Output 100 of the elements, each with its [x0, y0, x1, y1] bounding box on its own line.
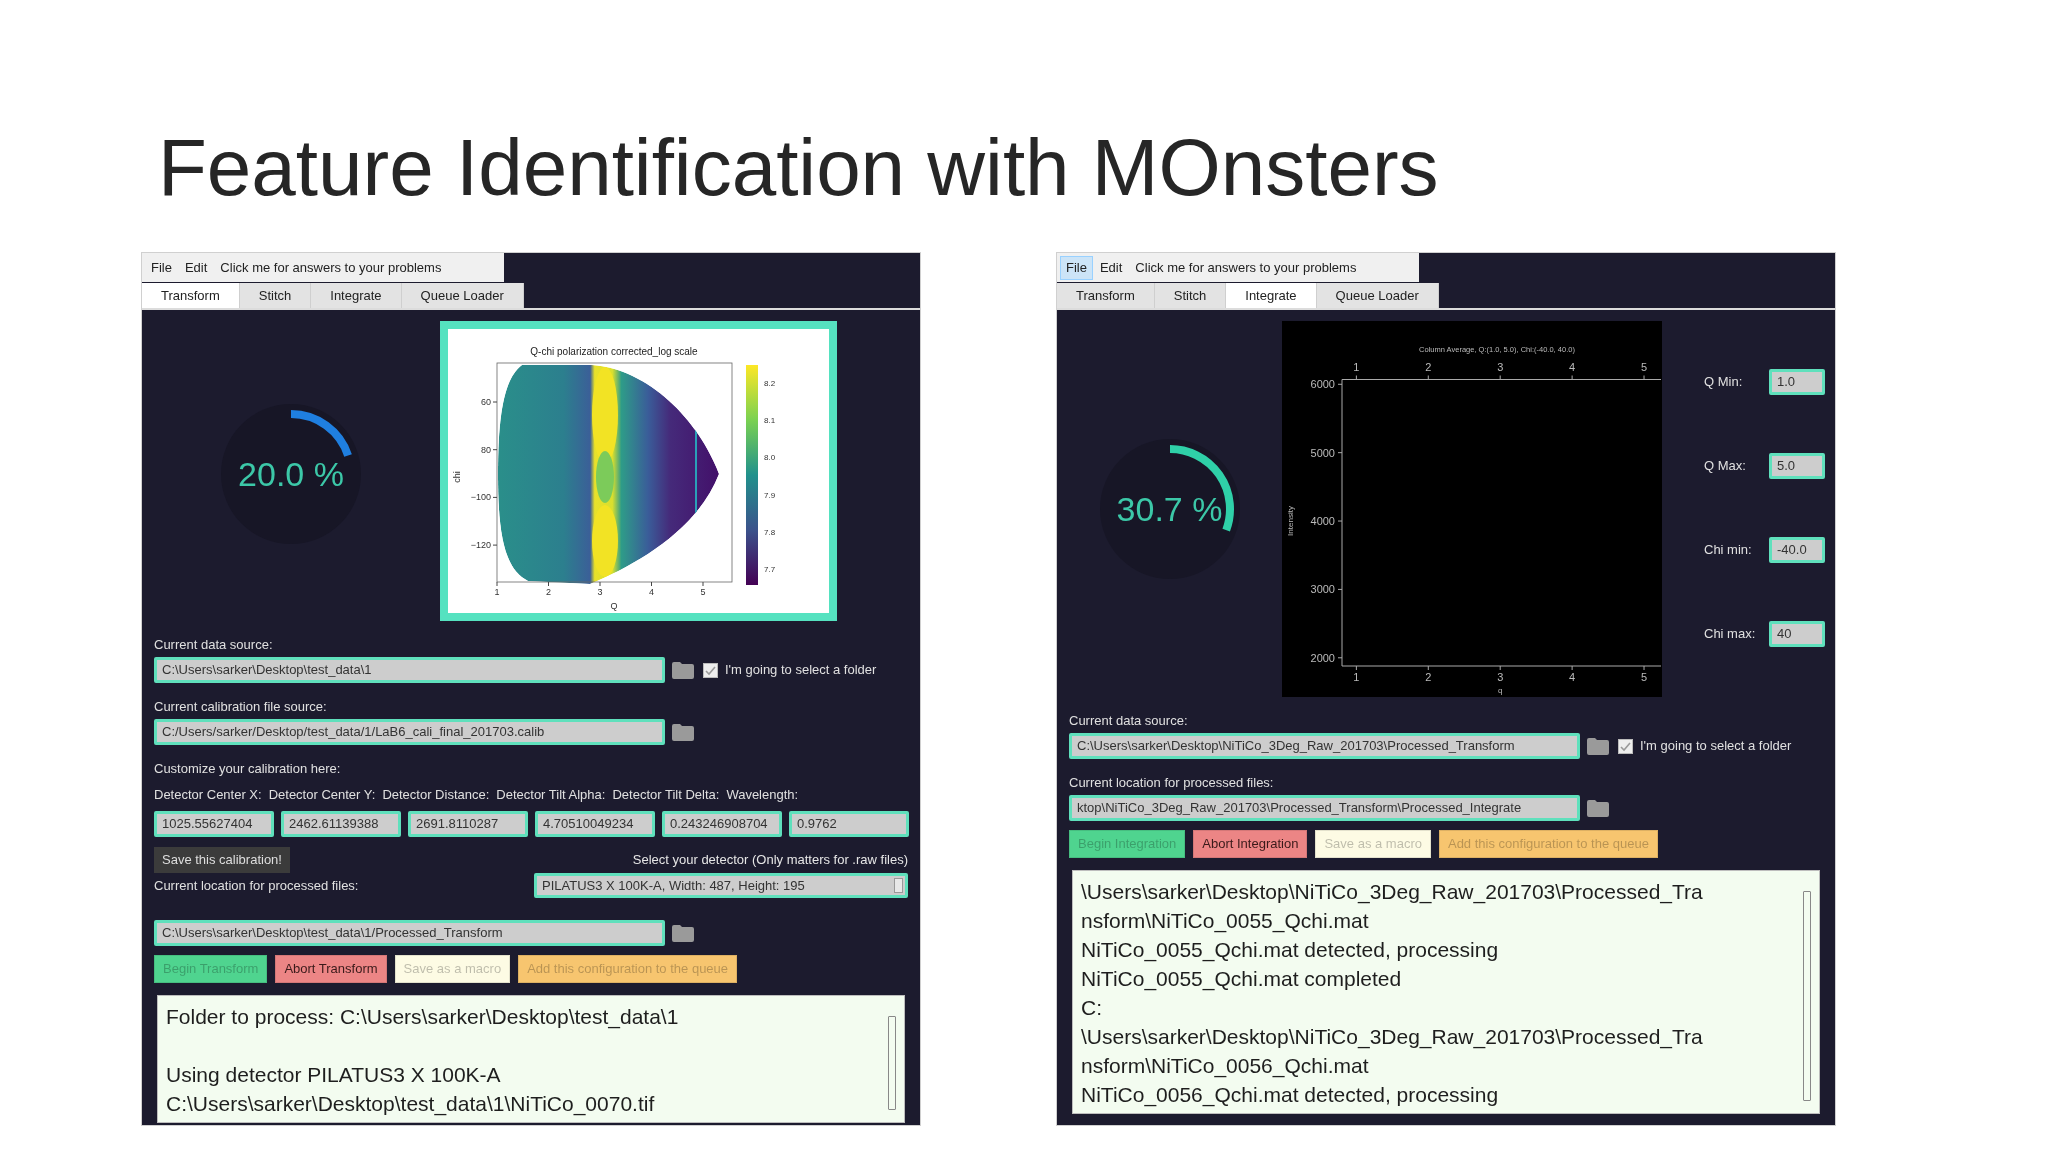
field-label: Detector Tilt Alpha:	[496, 787, 606, 803]
log-line: \Users\sarker\Desktop\NiTiCo_3Deg_Raw_201703\Processed_Tra	[1081, 1024, 1703, 1051]
axis-label: q	[1498, 686, 1503, 695]
number-field[interactable]: 0.9762	[789, 811, 909, 837]
number-field[interactable]: 5.0	[1769, 453, 1825, 479]
tab[interactable]: Stitch	[239, 283, 312, 308]
number-field[interactable]: 40	[1769, 621, 1825, 647]
tick-label: 60	[481, 397, 491, 407]
tab[interactable]: Transform	[142, 283, 240, 308]
number-field[interactable]: 4.70510049234	[535, 811, 655, 837]
path-field[interactable]: C:\Users\sarker\Desktop\test_data\1	[154, 657, 665, 683]
log-line: NiTiCo_0055_Qchi.mat completed	[1081, 966, 1402, 993]
tick-label: 4	[649, 587, 654, 597]
log-line: NiTiCo_0055_Qchi.mat detected, processing	[1081, 937, 1499, 964]
action-button[interactable]: Abort Integration	[1193, 830, 1308, 858]
field-label: Detector Distance:	[382, 787, 490, 803]
tick-label: −100	[470, 492, 491, 503]
progress-reading: 30.7 %	[1116, 488, 1223, 530]
menu-item[interactable]: File	[145, 255, 178, 280]
field-label: Current location for processed files:	[154, 876, 359, 895]
log-line: \Users\sarker\Desktop\NiTiCo_3Deg_Raw_201703\Processed_Tra	[1081, 879, 1703, 906]
field-label: Current location for processed files:	[1069, 775, 1274, 791]
menu-item[interactable]: Click me for answers to your problems	[1129, 255, 1363, 280]
tick-label: 1	[1353, 671, 1360, 683]
tick-label: 2	[546, 587, 551, 597]
checkbox[interactable]	[1618, 738, 1633, 754]
menu-item[interactable]: Click me for answers to your problems	[214, 255, 448, 280]
axis-label: Intensity	[1286, 506, 1295, 536]
folder-icon[interactable]	[672, 723, 694, 741]
folder-icon[interactable]	[1587, 737, 1609, 755]
tick-label: 7.9	[764, 490, 776, 500]
axis-label: chi	[452, 471, 462, 483]
scroll-bar[interactable]	[1803, 891, 1811, 1101]
field-label: Q Max:	[1704, 457, 1747, 476]
field-label: Wavelength:	[726, 787, 799, 803]
tab[interactable]: Transform	[1057, 283, 1155, 308]
tab[interactable]: Queue Loader	[1316, 283, 1439, 308]
tick-label: 2	[1425, 671, 1432, 683]
menu-item[interactable]: File	[1060, 255, 1093, 280]
tick-label: 3000	[1310, 583, 1335, 596]
path-field[interactable]: C:\Users\sarker\Desktop\test_data\1/Processed_Transform	[154, 920, 665, 946]
tab[interactable]: Integrate	[1226, 283, 1317, 308]
checkbox[interactable]	[703, 662, 718, 678]
tick-label: 3	[597, 587, 603, 597]
number-field[interactable]: 2691.8110287	[408, 811, 528, 837]
log-line: Using detector PILATUS3 X 100K-A	[166, 1062, 501, 1088]
log-line: C:\Users\sarker\Desktop\test_data\1\NiTiCo_0070.tif	[166, 1091, 655, 1118]
log-line: C:	[1081, 995, 1102, 1021]
plot-title: Q-chi polarization corrected_log scale	[530, 346, 698, 357]
tick-label: 3	[1497, 671, 1504, 683]
intensity-band	[592, 505, 618, 577]
tab[interactable]: Stitch	[1154, 283, 1227, 308]
field-label: Q Min:	[1704, 373, 1744, 392]
number-field[interactable]: 0.243246908704	[662, 811, 782, 837]
progress-reading: 20.0 %	[238, 453, 344, 495]
tick-label: 7.8	[764, 527, 776, 537]
tick-label: 8.2	[764, 379, 776, 388]
tick-label: 5000	[1310, 446, 1335, 459]
save-calibration-button[interactable]: Save this calibration!	[154, 847, 290, 873]
menu-item[interactable]: Edit	[1093, 255, 1129, 280]
field-label: Detector Center Y:	[268, 787, 376, 803]
action-button[interactable]: Abort Transform	[275, 955, 387, 983]
field-label: Current calibration file source:	[154, 699, 327, 715]
number-field[interactable]: 1025.55627404	[154, 811, 274, 837]
detector-dropdown[interactable]: PILATUS3 X 100K-A, Width: 487, Height: 195	[534, 873, 908, 898]
menu-item[interactable]: Edit	[178, 255, 214, 280]
number-field[interactable]: 1.0	[1769, 369, 1825, 395]
field-label: Chi max:	[1704, 625, 1757, 644]
log-line: nsform\NiTiCo_0056_Qchi.mat	[1081, 1053, 1369, 1080]
field-label: Current data source:	[1069, 713, 1188, 729]
field-label: Detector Center X:	[154, 787, 262, 803]
tick-label: 6000	[1310, 378, 1335, 391]
checkbox-label: I'm going to select a folder	[725, 661, 877, 680]
path-field[interactable]: C:/Users/sarker/Desktop/test_data/1/LaB6_cali_final_201703.calib	[154, 719, 665, 745]
tick-label: 1	[1353, 361, 1360, 373]
log-line: NiTiCo_0056_Qchi.mat detected, processing	[1081, 1082, 1499, 1109]
field-label: Customize your calibration here:	[154, 761, 341, 777]
tab[interactable]: Queue Loader	[401, 283, 524, 308]
tick-label: 4	[1569, 361, 1576, 373]
folder-icon[interactable]	[672, 924, 694, 942]
tick-label: 8.1	[764, 416, 776, 426]
tab[interactable]: Integrate	[311, 283, 402, 308]
intensity-band	[596, 451, 614, 503]
detector-hint: Select your detector (Only matters for .raw files)	[632, 851, 908, 870]
tick-label: 1	[494, 587, 500, 597]
path-field[interactable]: C:\Users\sarker\Desktop\NiTiCo_3Deg_Raw_201703\Processed_Transform	[1069, 733, 1580, 759]
number-field[interactable]: -40.0	[1769, 537, 1825, 563]
scroll-bar[interactable]	[888, 1016, 896, 1110]
tick-label: 4000	[1310, 515, 1335, 528]
axis-label: Q	[610, 601, 618, 611]
tick-label: 7.7	[764, 565, 776, 574]
number-field[interactable]: 2462.61139388	[281, 811, 401, 837]
tick-label: 8.0	[764, 453, 776, 463]
folder-icon[interactable]	[1587, 799, 1609, 817]
tick-label: 5	[700, 587, 706, 597]
folder-icon[interactable]	[672, 661, 694, 679]
slide-title: Feature Identification with MOnsters	[157, 122, 1439, 208]
tick-label: 2000	[1310, 651, 1335, 664]
tick-label: 5	[1640, 361, 1648, 373]
path-field[interactable]: ktop\NiTiCo_3Deg_Raw_201703\Processed_Transform\Processed_Integrate	[1069, 795, 1580, 821]
